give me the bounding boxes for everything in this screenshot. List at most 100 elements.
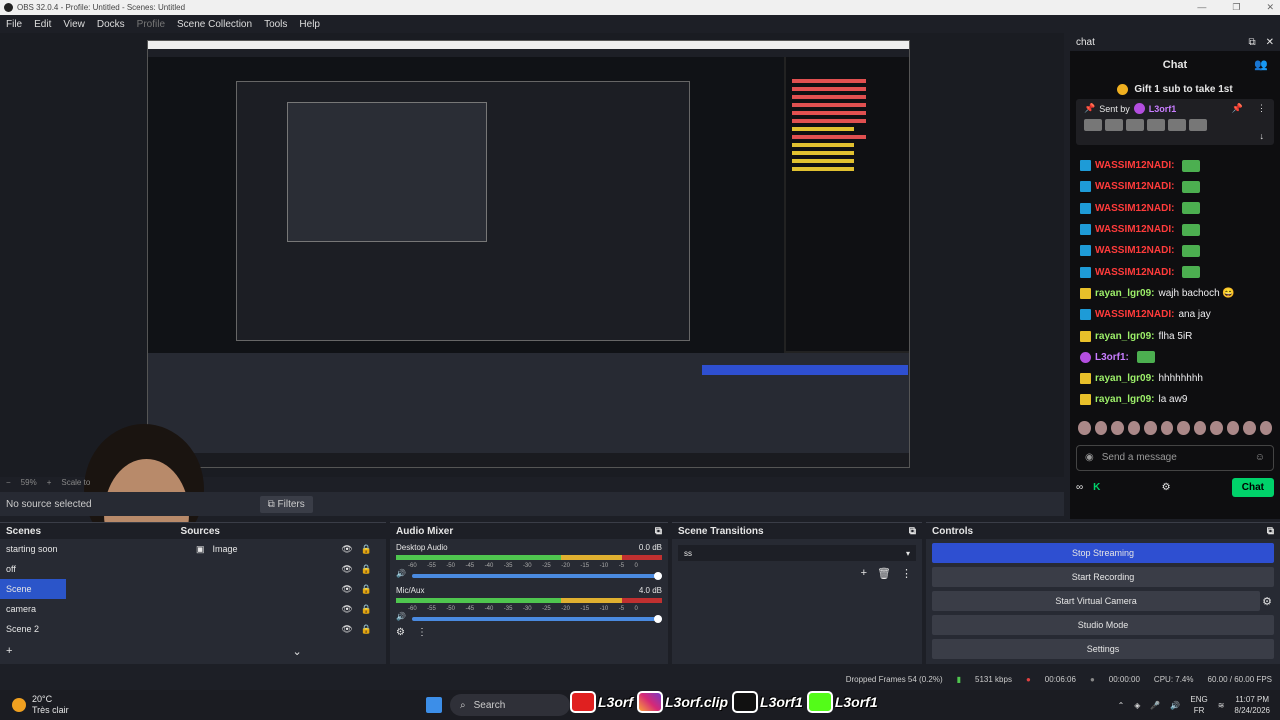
more-icon[interactable]: ⋮ [417,627,427,638]
scene-item-selected[interactable]: Scene [0,579,66,599]
maximize-icon[interactable]: ❐ [1232,0,1240,15]
scene-item[interactable]: Scene 2 [0,619,190,639]
filters-button[interactable]: ⧉ Filters [259,495,313,513]
taskbar-search[interactable]: ⌕ Search [450,694,570,716]
chat-username[interactable]: rayan_lgr09: [1095,331,1154,342]
clock[interactable]: 11:07 PM 8/24/2026 [1234,694,1270,716]
add-scene-button[interactable]: + [6,645,12,658]
scene-item[interactable]: starting soon [0,539,190,559]
network-icon[interactable]: ◈ [1134,701,1140,710]
speaker-icon[interactable]: 🔊 [396,569,406,578]
language-indicator[interactable]: ENG FR [1190,694,1207,716]
gift-banner[interactable]: Gift 1 sub to take 1st [1070,79,1280,99]
volume-slider[interactable] [411,614,663,623]
lock-icon[interactable]: 🔒 [361,544,372,555]
zoom-out-button[interactable]: − [6,478,11,487]
emoji-icon[interactable]: ☺ [1255,452,1265,463]
visibility-icon[interactable]: 👁 [341,604,352,615]
lock-icon[interactable]: 🔒 [361,584,372,595]
lock-icon[interactable]: 🔒 [361,564,372,575]
chat-username[interactable]: WASSIM12NADI: [1095,267,1174,278]
community-icon[interactable]: 👥 [1254,51,1268,79]
expand-down-icon[interactable]: ↓ [1260,131,1265,141]
menu-help[interactable]: Help [299,19,320,30]
menu-scene-collection[interactable]: Scene Collection [177,19,252,30]
chat-input[interactable]: ◉ Send a message ☺ [1076,444,1274,471]
chat-username[interactable]: WASSIM12NADI: [1095,224,1174,235]
lock-icon[interactable]: 🔒 [361,624,372,635]
chevron-up-icon[interactable]: ⌃ [1118,701,1125,710]
chat-message[interactable]: WASSIM12NADI: ana jay [1080,304,1270,325]
chat-settings-icon[interactable]: ⚙ [1162,482,1171,493]
chat-message[interactable]: rayan_lgr09: la aw9 [1080,389,1270,410]
delete-transition-icon[interactable]: 🗑 [877,567,891,580]
chat-message[interactable]: WASSIM12NADI: [1080,176,1270,197]
chat-message[interactable]: rayan_lgr09: hhhhhhhh [1080,368,1270,389]
kick-icon[interactable]: K [1093,482,1100,493]
menu-edit[interactable]: Edit [34,19,51,30]
chat-username[interactable]: WASSIM12NADI: [1095,309,1174,320]
chat-send-button[interactable]: Chat [1231,478,1274,498]
wifi-icon[interactable]: ≋ [1218,701,1225,710]
menu-profile[interactable]: Profile [137,19,165,30]
lock-icon[interactable]: 🔒 [361,604,372,615]
visibility-icon[interactable]: 👁 [341,564,352,575]
chat-username[interactable]: L3orf1: [1095,352,1129,363]
menu-view[interactable]: View [63,19,85,30]
weather-widget[interactable]: 20°C Très clair [0,694,200,716]
chat-username[interactable]: WASSIM12NADI: [1095,203,1174,214]
speaker-icon[interactable]: 🔊 [396,612,406,621]
zoom-in-button[interactable]: + [47,478,52,487]
dock-undock-icon[interactable]: ⧉ [655,526,662,537]
menu-tools[interactable]: Tools [264,19,287,30]
emote-bar[interactable] [1070,411,1280,441]
chat-username[interactable]: rayan_lgr09: [1095,373,1154,384]
infinity-icon[interactable]: ∞ [1076,482,1083,493]
chat-message[interactable]: WASSIM12NADI: [1080,219,1270,240]
undock-icon[interactable]: ⧉ [1248,37,1255,48]
chat-message[interactable]: rayan_lgr09: wajh bachoch 😄 [1080,283,1270,304]
microphone-icon[interactable]: 🎤 [1150,701,1160,710]
scene-item[interactable]: camera [0,599,190,619]
unpin-icon[interactable]: 📌 [1232,103,1243,114]
menu-docks[interactable]: Docks [97,19,125,30]
volume-slider[interactable] [411,571,663,580]
settings-button[interactable]: Settings [932,639,1274,659]
chat-username[interactable]: rayan_lgr09: [1095,288,1154,299]
virtual-camera-settings-icon[interactable]: ⚙ [1262,595,1272,608]
more-icon[interactable]: ⋮ [901,567,912,580]
windows-start-icon[interactable] [426,697,442,713]
chat-username[interactable]: rayan_lgr09: [1095,394,1154,405]
mixer-settings-icon[interactable]: ⚙ [396,627,405,638]
dock-undock-icon[interactable]: ⧉ [1267,526,1274,537]
stop-streaming-button[interactable]: Stop Streaming [932,543,1274,563]
chevron-down-icon[interactable]: ⌄ [292,645,301,658]
start-virtual-camera-button[interactable]: Start Virtual Camera [932,591,1261,611]
close-icon[interactable]: ✕ [1266,0,1274,15]
chat-username[interactable]: WASSIM12NADI: [1095,245,1174,256]
visibility-icon[interactable]: 👁 [341,624,352,635]
source-item[interactable]: ▣ Image 👁 🔒 [190,539,386,559]
chat-username[interactable]: WASSIM12NADI: [1095,160,1174,171]
scene-item[interactable]: off [0,559,190,579]
start-recording-button[interactable]: Start Recording [932,567,1274,587]
chat-message[interactable]: WASSIM12NADI: [1080,198,1270,219]
menu-file[interactable]: File [6,19,22,30]
visibility-icon[interactable]: 👁 [341,544,352,555]
add-transition-button[interactable]: + [861,567,867,580]
studio-mode-button[interactable]: Studio Mode [932,615,1274,635]
chat-message[interactable]: L3orf1: [1080,347,1270,368]
dock-close-icon[interactable]: ✕ [1266,37,1274,48]
chat-message[interactable]: WASSIM12NADI: [1080,261,1270,282]
chat-footer: ∞ K ⚙ Chat [1070,475,1280,501]
visibility-icon[interactable]: 👁 [341,584,352,595]
chat-message[interactable]: WASSIM12NADI: [1080,240,1270,261]
volume-icon[interactable]: 🔊 [1170,701,1180,710]
dock-undock-icon[interactable]: ⧉ [909,526,916,537]
chat-message[interactable]: WASSIM12NADI: [1080,155,1270,176]
more-icon[interactable]: ⋮ [1257,103,1266,114]
transition-select[interactable]: ss ▾ [678,545,916,561]
minimize-icon[interactable]: — [1197,0,1206,15]
chat-username[interactable]: WASSIM12NADI: [1095,181,1174,192]
chat-message[interactable]: rayan_lgr09: flha 5iR [1080,325,1270,346]
